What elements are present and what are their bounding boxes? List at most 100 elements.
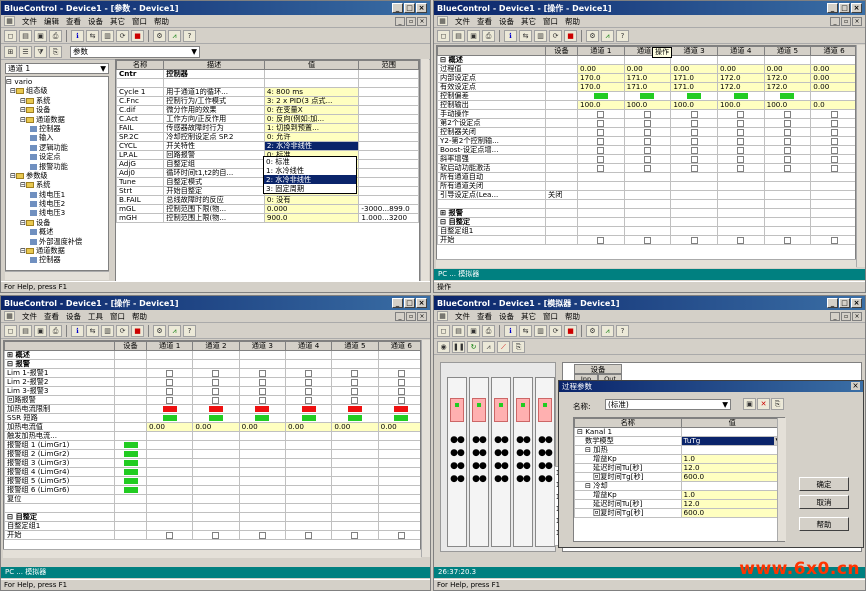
table-row[interactable]: 所有通道关闭 [437, 181, 855, 191]
transfer-icon[interactable]: ⟳ [549, 324, 562, 337]
dropdown-option[interactable]: 1: 水冷线性 [264, 166, 356, 175]
column-header[interactable]: 通道 1 [577, 46, 625, 56]
menu-item[interactable]: 编辑 [44, 16, 59, 27]
print-icon[interactable]: ⎙ [49, 324, 62, 337]
tree-item[interactable]: ⊟ 设备 [6, 105, 108, 114]
operate-icon[interactable]: ⚙ [586, 29, 599, 42]
info-icon[interactable]: ℹ [504, 29, 517, 42]
checkbox[interactable] [690, 110, 698, 118]
transfer-icon[interactable]: ⟳ [549, 29, 562, 42]
column-header[interactable] [4, 341, 115, 351]
column-header[interactable]: 值 [680, 418, 784, 428]
checkbox[interactable] [783, 128, 791, 136]
checkbox[interactable] [737, 164, 745, 172]
parameter-value[interactable] [680, 427, 784, 437]
save-icon[interactable]: ▣ [467, 29, 480, 42]
info-icon[interactable]: ℹ [71, 324, 84, 337]
checkbox[interactable] [351, 369, 359, 377]
column-header[interactable]: 值 [263, 60, 360, 70]
table-row[interactable]: 斜率增强 [437, 154, 855, 164]
checkbox[interactable] [830, 164, 838, 172]
save-preset-icon[interactable]: ▣ [743, 398, 756, 410]
tree-item[interactable]: ⊟ 通道数据 [6, 115, 108, 124]
table-row[interactable]: 触发加热电流... [4, 431, 420, 441]
online-icon[interactable]: ⇆ [86, 324, 99, 337]
tree-item[interactable]: ⊟ 系统 [6, 180, 108, 189]
column-header[interactable]: 通道 6 [810, 46, 855, 56]
checkbox[interactable] [597, 164, 605, 172]
table-row[interactable]: 自整定组1 [437, 226, 855, 236]
table-vertical-scrollbar[interactable] [421, 340, 430, 557]
channel-select[interactable]: 通道 1 ▼ [5, 63, 109, 74]
checkbox[interactable] [783, 137, 791, 145]
column-header[interactable] [437, 46, 546, 56]
menu-item[interactable]: 文件 [455, 16, 470, 27]
checkbox[interactable] [166, 378, 174, 386]
device-icon[interactable]: ▥ [101, 324, 114, 337]
table-row[interactable]: 第2个设定点 [437, 118, 855, 128]
table-row[interactable]: Lim 3-报警3 [4, 386, 420, 396]
tree-item[interactable]: 概述 [6, 227, 108, 236]
table-row[interactable]: 内部设定点 170.0 171.0 171.0 172.0 172.0 0.00 [437, 73, 855, 83]
parameter-value[interactable]: TuTg▼ [680, 436, 784, 446]
checkbox[interactable] [783, 236, 791, 244]
new-icon[interactable]: ◻ [4, 29, 17, 42]
table-row[interactable]: ⊟ 自整定 [4, 512, 420, 522]
operate-icon[interactable]: ⚙ [586, 324, 599, 337]
checkbox[interactable] [690, 119, 698, 127]
checkbox[interactable] [783, 146, 791, 154]
open-icon[interactable]: ▤ [452, 29, 465, 42]
table-row[interactable]: 回复时间Tg[秒] 600.0 [574, 508, 784, 518]
menu-item[interactable]: 窗口 [543, 16, 558, 27]
maximize-button[interactable]: □ [839, 3, 850, 13]
menu-item[interactable]: 文件 [455, 311, 470, 322]
cancel-button[interactable]: 取消 [799, 495, 849, 509]
checkbox[interactable] [597, 119, 605, 127]
table-row[interactable]: 开始 [437, 235, 855, 245]
close-button[interactable]: × [416, 298, 427, 308]
mdi-close-button[interactable]: × [417, 16, 427, 26]
checkbox[interactable] [212, 369, 220, 377]
table-row[interactable]: C.dif 微分作用的效果 0: 在变量X [116, 105, 419, 115]
table-row[interactable]: CYCL 开关特性 2: 水冷非线性 [116, 141, 419, 151]
table-row[interactable] [116, 78, 419, 88]
stop-icon[interactable]: ■ [131, 324, 144, 337]
minimize-button[interactable]: _ [392, 3, 403, 13]
tree-item[interactable]: 控制器 [6, 124, 108, 133]
column-header[interactable]: 通道 3 [238, 341, 286, 351]
dialog-close-button[interactable]: × [851, 382, 860, 390]
mdi-close-button[interactable]: × [852, 16, 862, 26]
checkbox[interactable] [737, 155, 745, 163]
table-row[interactable]: ⊟ 自整定 [437, 217, 855, 227]
table-row[interactable]: ⊟ Kanal 1 [574, 427, 784, 437]
close-button[interactable]: × [851, 298, 862, 308]
table-row[interactable]: mGH 控制范围上限(物... 900.0 1.000...3200 [116, 213, 419, 223]
checkbox[interactable] [830, 155, 838, 163]
checkbox[interactable] [258, 387, 266, 395]
trend-icon[interactable]: ⟋ [497, 340, 510, 353]
table-row[interactable]: 复位 [4, 494, 420, 504]
dropdown-option[interactable]: 2: 水冷非线性 [264, 175, 356, 184]
checkbox[interactable] [643, 110, 651, 118]
checkbox[interactable] [830, 110, 838, 118]
menu-item[interactable]: 设备 [499, 311, 514, 322]
mdi-minimize-button[interactable]: _ [395, 16, 405, 26]
column-header[interactable]: 通道 4 [284, 341, 333, 351]
parameter-value[interactable]: 600.0 [680, 508, 784, 518]
checkbox[interactable] [212, 378, 220, 386]
checkbox[interactable] [258, 378, 266, 386]
open-icon[interactable]: ▤ [19, 324, 32, 337]
menu-item[interactable]: 其它 [110, 16, 125, 27]
tree-item[interactable]: 线电压3 [6, 208, 108, 217]
record-icon[interactable]: ◉ [437, 340, 450, 353]
online-icon[interactable]: ⇆ [519, 29, 532, 42]
checkbox[interactable] [690, 128, 698, 136]
table-row[interactable]: 延迟时间Tu[秒] 12.0 [574, 499, 784, 509]
online-icon[interactable]: ⇆ [86, 29, 99, 42]
close-button[interactable]: × [851, 3, 862, 13]
device-icon[interactable]: ▥ [534, 324, 547, 337]
checkbox[interactable] [830, 119, 838, 127]
table-row[interactable]: 报警组 1 (LimGr1) [4, 440, 420, 450]
table-row[interactable]: 加热电流限制 [4, 404, 420, 414]
table-vertical-scrollbar[interactable] [420, 59, 429, 284]
